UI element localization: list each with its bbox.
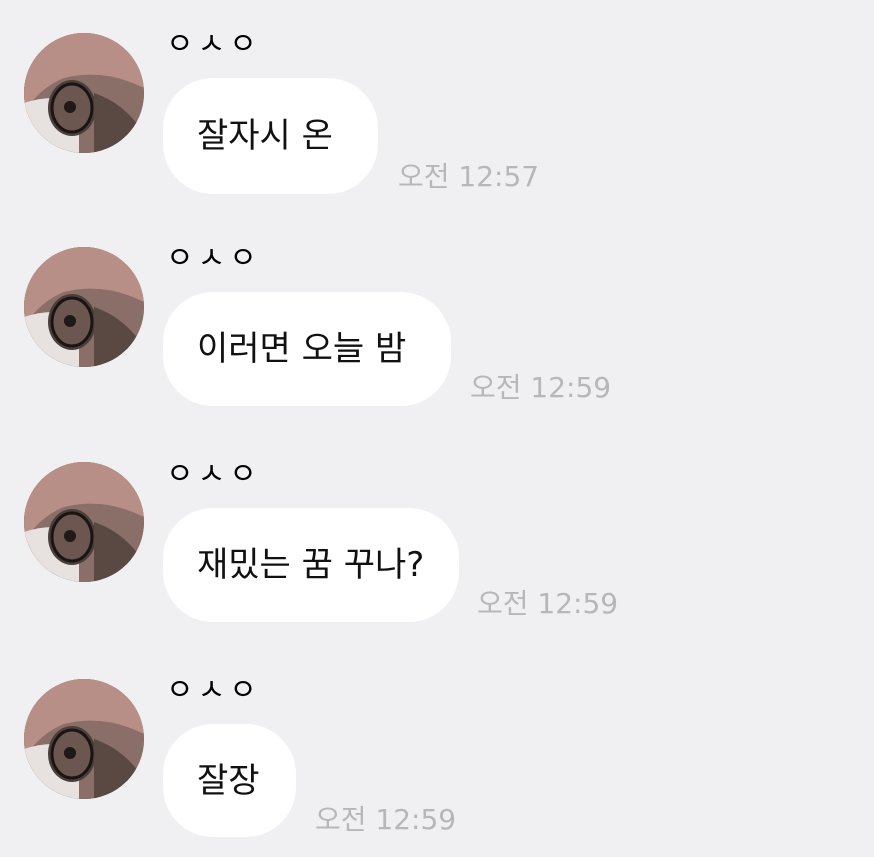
message-timestamp: 오전 12:59 bbox=[477, 587, 619, 620]
sender-name: ㅇㅅㅇ bbox=[166, 457, 261, 492]
message-text: 이러면 오늘 밤 bbox=[197, 329, 407, 369]
sender-name: ㅇㅅㅇ bbox=[166, 673, 261, 708]
profile-avatar[interactable] bbox=[24, 679, 144, 799]
chat-conversation: ㅇㅅㅇ 잘자시 온 오전 12:57 ㅇㅅㅇ 이러면 오늘 밤 오전 12:59 bbox=[0, 0, 874, 857]
sender-name: ㅇㅅㅇ bbox=[166, 241, 261, 276]
avatar-image-icon bbox=[24, 679, 144, 799]
message-group: ㅇㅅㅇ 잘장 오전 12:59 bbox=[0, 0, 874, 837]
message-text: 재밌는 꿈 꾸나? bbox=[197, 545, 425, 585]
profile-avatar[interactable] bbox=[24, 247, 144, 367]
message-timestamp: 오전 12:59 bbox=[470, 371, 612, 404]
message-timestamp: 오전 12:59 bbox=[315, 803, 457, 836]
message-bubble[interactable]: 잘장 bbox=[163, 724, 296, 837]
message-bubble[interactable]: 재밌는 꿈 꾸나? bbox=[163, 508, 459, 622]
avatar-image-icon bbox=[24, 462, 144, 582]
message-bubble[interactable]: 이러면 오늘 밤 bbox=[163, 292, 451, 406]
avatar-image-icon bbox=[24, 247, 144, 367]
profile-avatar[interactable] bbox=[24, 462, 144, 582]
message-text: 잘장 bbox=[197, 760, 260, 801]
